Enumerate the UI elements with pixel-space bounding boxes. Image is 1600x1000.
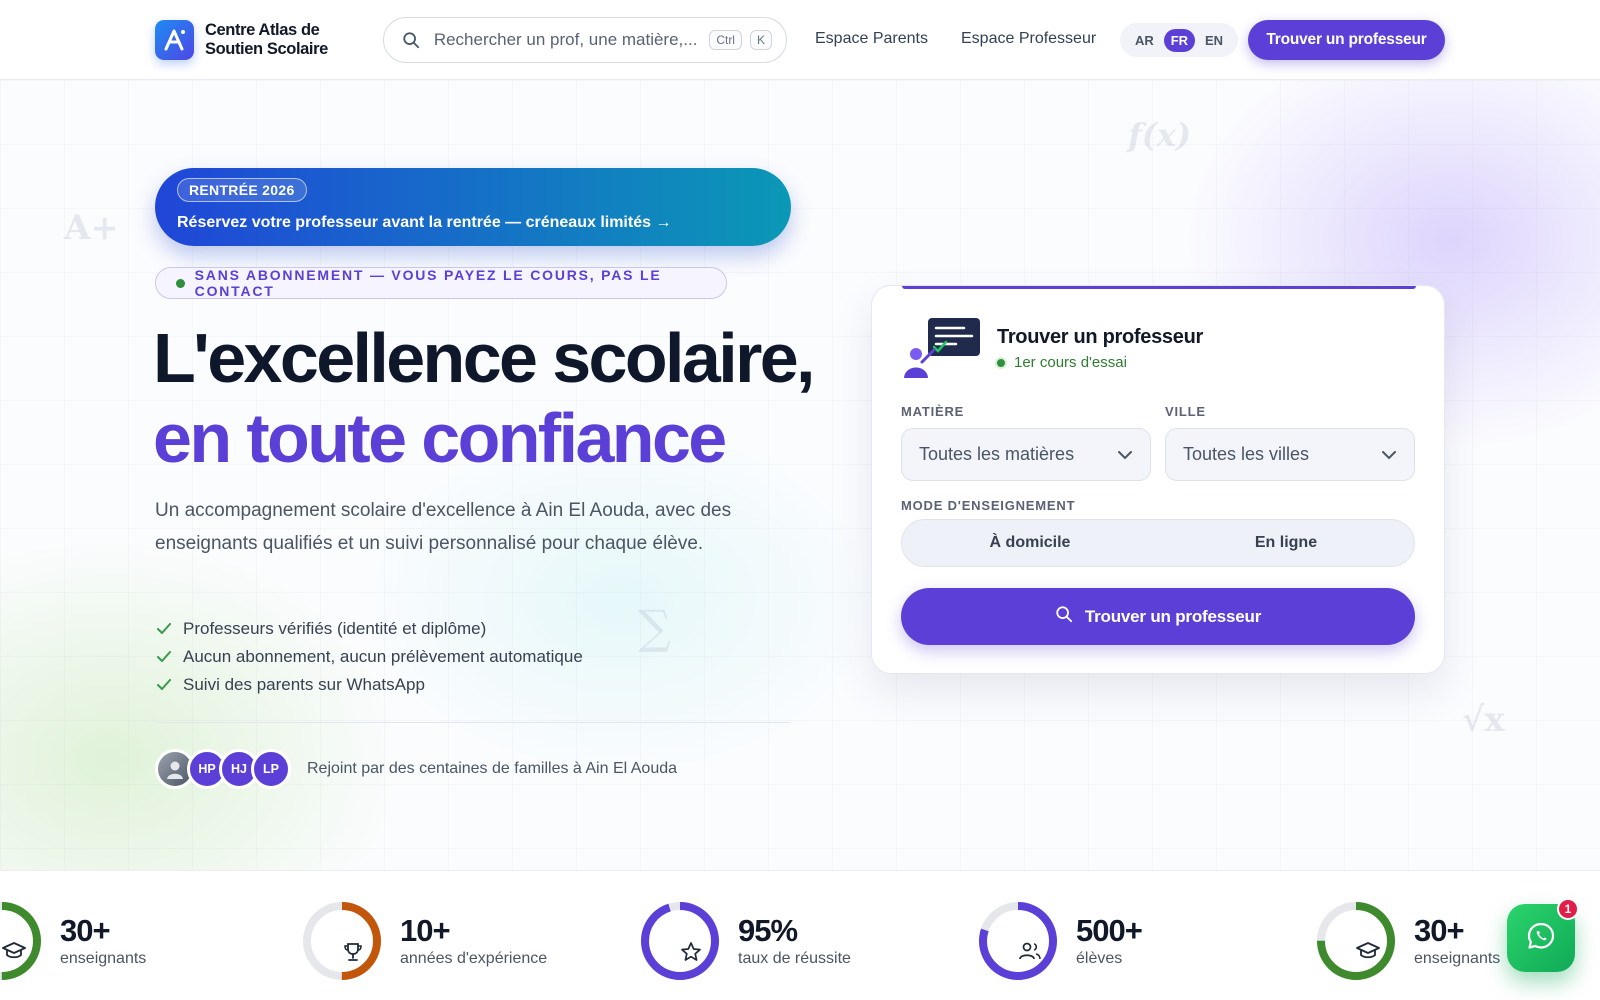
brand-name: Centre Atlas de Soutien Scolaire bbox=[205, 21, 328, 59]
decor-fx: f(x) bbox=[1128, 116, 1192, 154]
stat-ring bbox=[302, 901, 382, 981]
subject-label: MATIÈRE bbox=[901, 404, 965, 419]
benefits-list: Professeurs vérifiés (identité et diplôm… bbox=[157, 615, 583, 699]
stat-label: enseignants bbox=[60, 950, 147, 967]
subject-select-value: Toutes les matières bbox=[919, 444, 1075, 464]
promo-tag: RENTRÉE 2026 bbox=[177, 178, 307, 202]
avatar-stack: HP HJ LP bbox=[155, 749, 291, 789]
hero-divider bbox=[155, 722, 791, 723]
benefit-text: Aucun abonnement, aucun prélèvement auto… bbox=[183, 647, 583, 666]
search-input[interactable] bbox=[433, 30, 702, 50]
benefit-text: Professeurs vérifiés (identité et diplôm… bbox=[183, 619, 487, 638]
check-icon bbox=[157, 651, 171, 663]
logo-a-icon bbox=[155, 20, 194, 60]
trial-badge: 1er cours d'essai bbox=[995, 354, 1127, 371]
search-icon bbox=[402, 30, 422, 50]
avatar: LP bbox=[251, 749, 291, 789]
benefit-text: Suivi des parents sur WhatsApp bbox=[183, 675, 425, 694]
stat-item: 10+ années d'expérience bbox=[302, 901, 547, 981]
city-label: VILLE bbox=[1165, 404, 1206, 419]
status-dot bbox=[995, 356, 1007, 369]
lang-en[interactable]: EN bbox=[1198, 29, 1230, 52]
teacher-board-icon bbox=[902, 316, 982, 380]
no-subscription-pill: SANS ABONNEMENT — VOUS PAYEZ LE COURS, P… bbox=[155, 267, 727, 299]
notification-badge: 1 bbox=[1557, 898, 1579, 920]
stat-value: 30+ bbox=[1414, 913, 1465, 948]
city-select-value: Toutes les villes bbox=[1183, 444, 1310, 464]
stat-ring bbox=[978, 901, 1058, 981]
stat-label: élèves bbox=[1076, 950, 1123, 967]
brand-line-2: Soutien Scolaire bbox=[205, 40, 328, 58]
status-dot bbox=[176, 278, 185, 288]
promo-banner[interactable]: RENTRÉE 2026 Réservez votre professeur a… bbox=[155, 168, 791, 246]
stat-label: enseignants bbox=[1414, 950, 1501, 967]
lang-fr[interactable]: FR bbox=[1163, 28, 1196, 52]
benefit-item: Suivi des parents sur WhatsApp bbox=[157, 671, 583, 699]
chevron-down-icon bbox=[1118, 444, 1132, 465]
find-teacher-label: Trouver un professeur bbox=[1084, 606, 1262, 626]
city-select[interactable]: Toutes les villes bbox=[1165, 428, 1415, 481]
stat-item: 95% taux de réussite bbox=[640, 901, 851, 981]
search-bar[interactable]: Ctrl K bbox=[383, 17, 787, 63]
shortcut-k-key: K bbox=[749, 30, 772, 50]
decor-a-plus: A+ bbox=[64, 208, 119, 248]
stat-item: 500+ élèves bbox=[978, 901, 1143, 981]
benefit-item: Aucun abonnement, aucun prélèvement auto… bbox=[157, 643, 583, 671]
teacher-search-card: Trouver un professeur 1er cours d'essai … bbox=[871, 285, 1445, 674]
check-icon bbox=[157, 623, 171, 635]
stat-value: 30+ bbox=[60, 913, 111, 948]
lang-ar[interactable]: AR bbox=[1128, 29, 1161, 52]
brand-line-1: Centre Atlas de bbox=[205, 21, 320, 39]
site-header: Centre Atlas de Soutien Scolaire Ctrl K … bbox=[0, 0, 1600, 80]
stat-ring bbox=[640, 901, 720, 981]
whatsapp-icon bbox=[1526, 921, 1556, 956]
find-teacher-button[interactable]: Trouver un professeur bbox=[901, 588, 1415, 645]
stat-item: 30+ enseignants bbox=[1316, 901, 1500, 981]
stat-value: 95% bbox=[738, 913, 798, 948]
mode-online-option[interactable]: En ligne bbox=[1158, 520, 1414, 566]
check-icon bbox=[157, 679, 171, 691]
promo-text: Réservez votre professeur avant la rentr… bbox=[177, 214, 672, 231]
stat-ring bbox=[0, 901, 42, 981]
stat-value: 500+ bbox=[1076, 913, 1143, 948]
search-icon bbox=[1055, 605, 1073, 628]
whatsapp-chat-button[interactable]: 1 bbox=[1507, 898, 1579, 972]
social-proof-text: Rejoint par des centaines de familles à … bbox=[307, 760, 678, 777]
nav-espace-parents[interactable]: Espace Parents bbox=[815, 30, 928, 48]
stat-label: taux de réussite bbox=[738, 950, 851, 967]
chevron-down-icon bbox=[1382, 444, 1396, 465]
shortcut-ctrl-key: Ctrl bbox=[709, 30, 742, 50]
trial-badge-text: 1er cours d'essai bbox=[1014, 354, 1127, 371]
header-find-teacher-button[interactable]: Trouver un professeur bbox=[1248, 20, 1445, 60]
decor-sigma: ∑ bbox=[638, 600, 671, 654]
hero-title-line-1: L'excellence scolaire, bbox=[153, 319, 815, 397]
hero-lead: Un accompagnement scolaire d'excellence … bbox=[155, 500, 732, 554]
teaching-mode-toggle: À domicile En ligne bbox=[901, 519, 1415, 567]
hero-title: L'excellence scolaire, en toute confianc… bbox=[153, 318, 815, 478]
subject-select[interactable]: Toutes les matières bbox=[901, 428, 1151, 481]
card-title: Trouver un professeur bbox=[997, 326, 1203, 348]
pill-text: SANS ABONNEMENT — VOUS PAYEZ LE COURS, P… bbox=[194, 267, 662, 299]
card-accent-bar bbox=[902, 286, 1416, 289]
stat-label: années d'expérience bbox=[400, 950, 548, 967]
hero-title-line-2: en toute confiance bbox=[153, 399, 727, 477]
nav-espace-professeur[interactable]: Espace Professeur bbox=[961, 30, 1096, 48]
decor-sqrt: √x bbox=[1462, 700, 1505, 740]
benefit-item: Professeurs vérifiés (identité et diplôm… bbox=[157, 615, 583, 643]
mode-home-option[interactable]: À domicile bbox=[902, 520, 1158, 566]
stats-strip: 30+ enseignants 10+ années d'expérience … bbox=[0, 870, 1600, 1000]
brand-logo[interactable]: Centre Atlas de Soutien Scolaire bbox=[155, 20, 328, 60]
teaching-mode-label: MODE D'ENSEIGNEMENT bbox=[901, 498, 1076, 513]
stat-item: 30+ enseignants bbox=[0, 901, 146, 981]
stat-value: 10+ bbox=[400, 913, 451, 948]
stat-ring bbox=[1316, 901, 1396, 981]
language-switcher: AR FR EN bbox=[1120, 23, 1238, 57]
